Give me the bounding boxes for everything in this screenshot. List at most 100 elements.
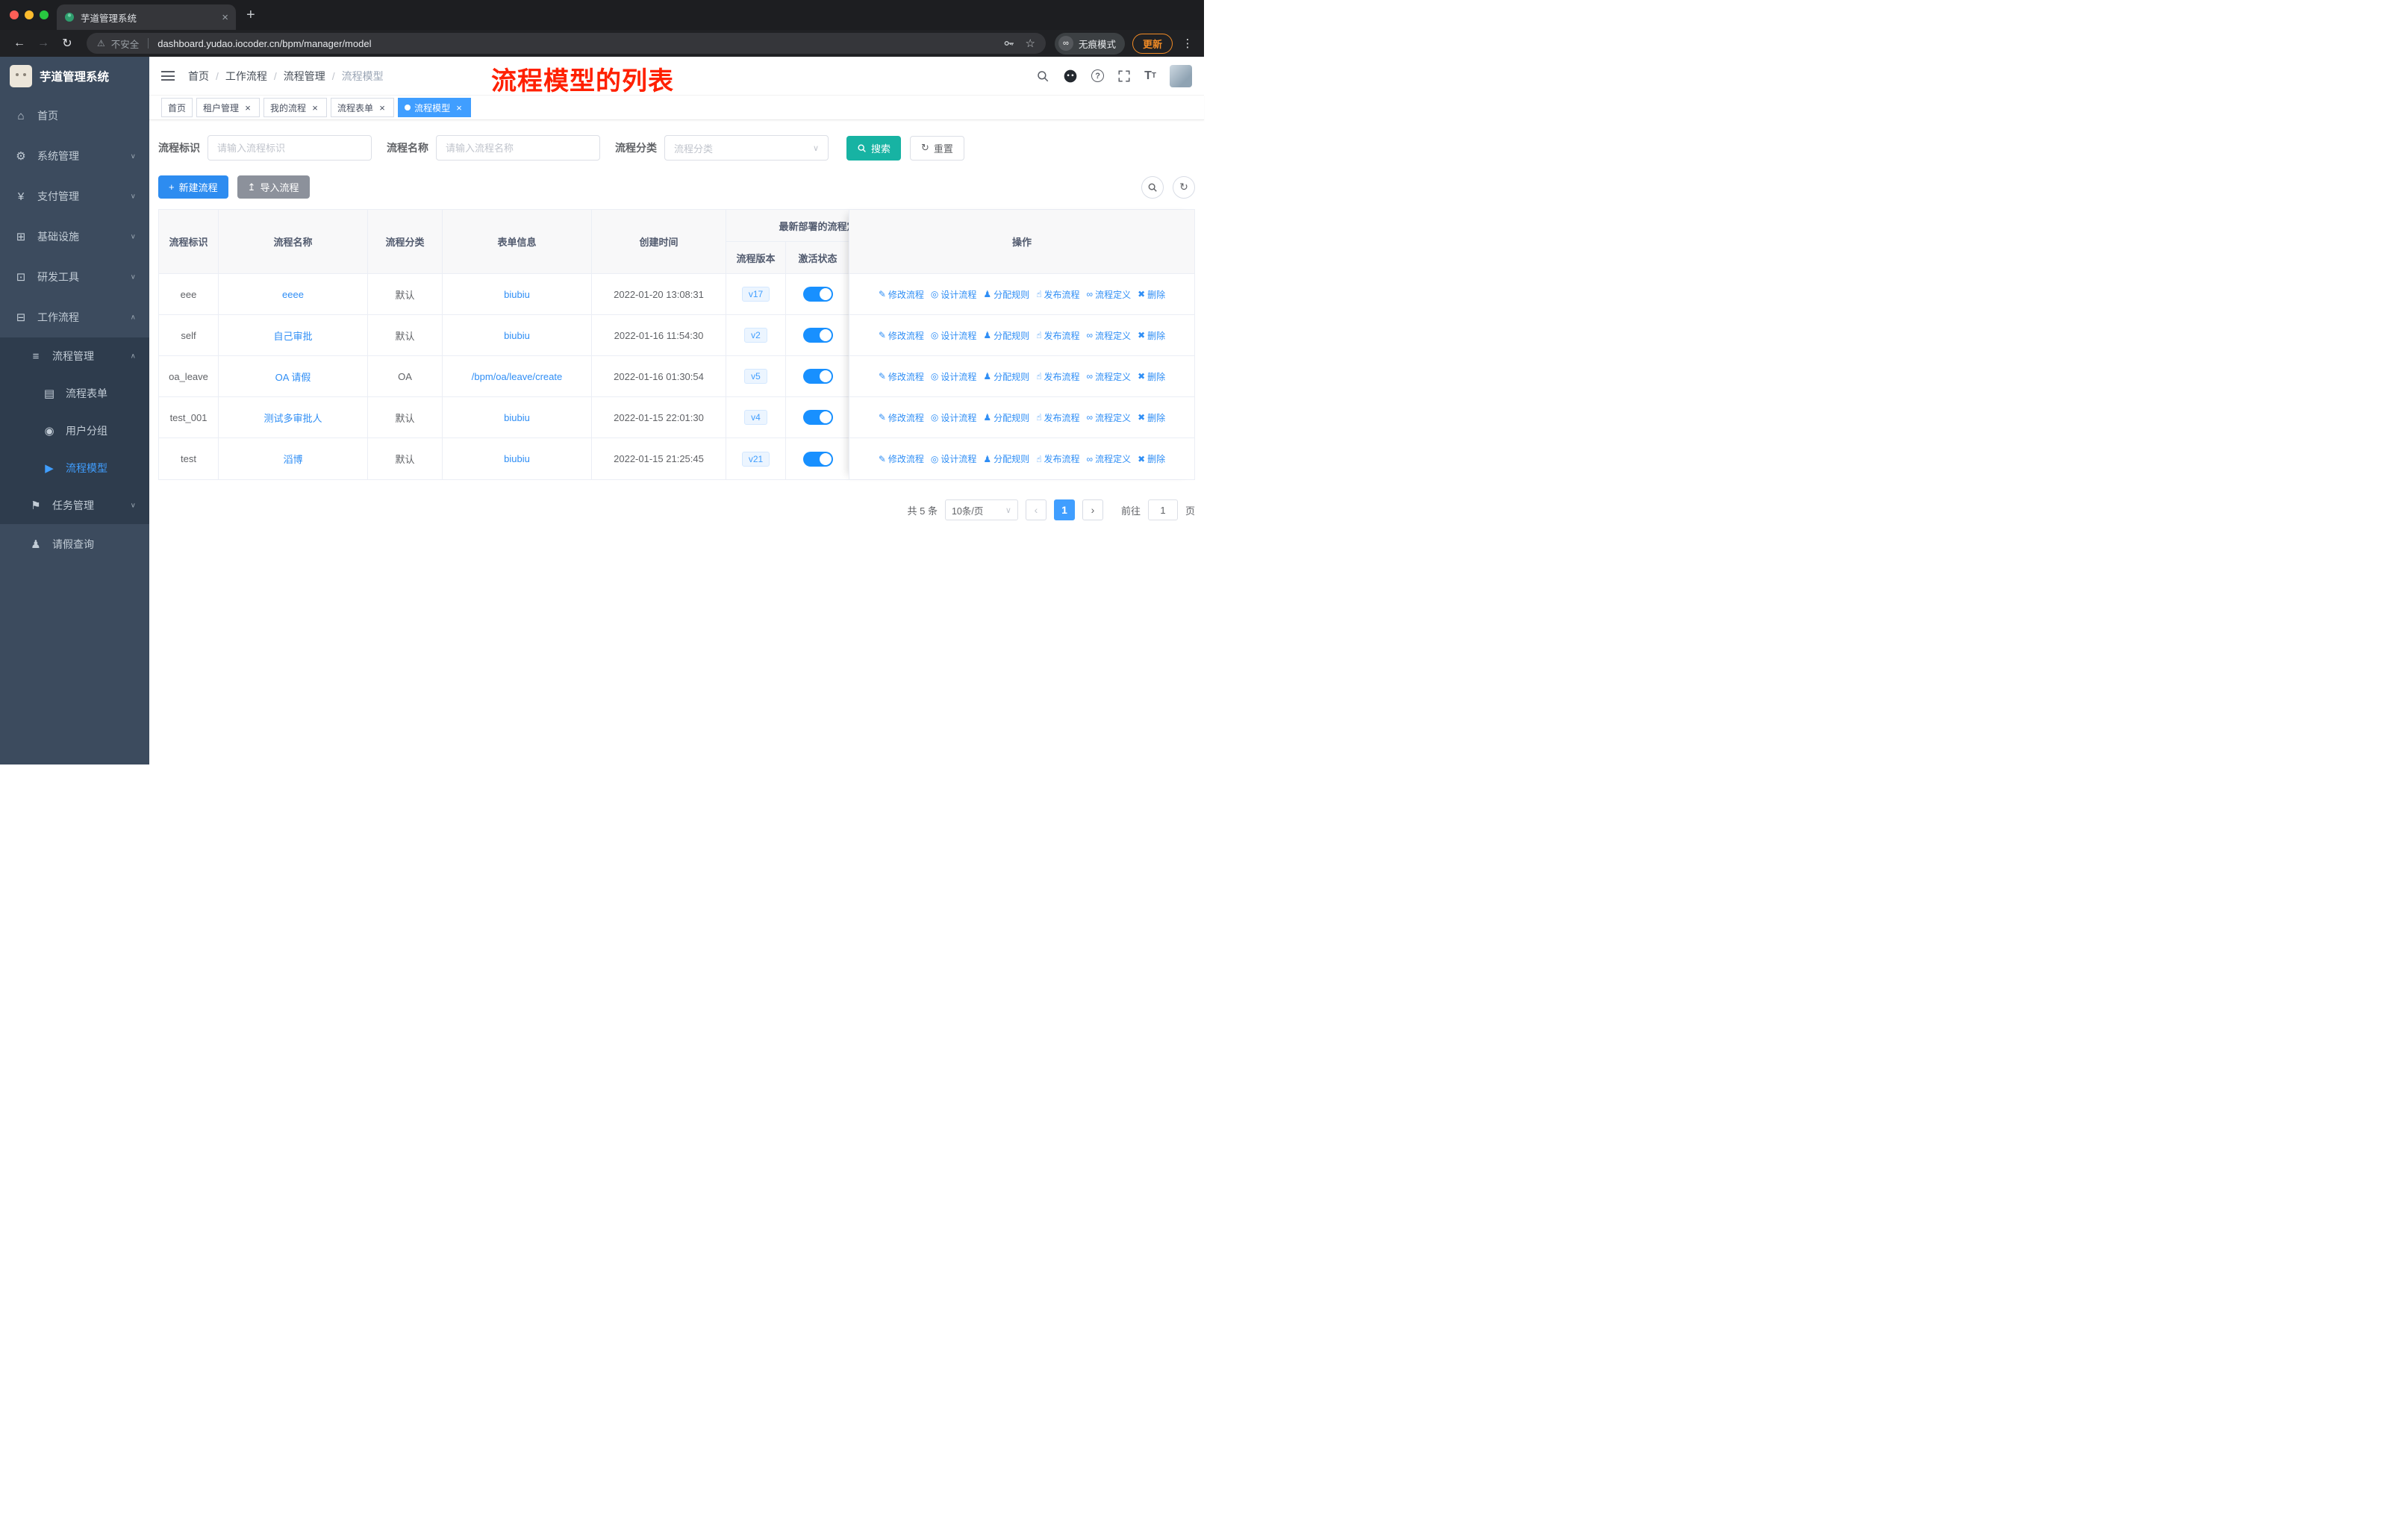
- process-definition-link[interactable]: ∞ 流程定义: [1087, 411, 1132, 424]
- publish-process-link[interactable]: ☝ 发布流程: [1036, 452, 1079, 465]
- design-process-link[interactable]: ◎ 设计流程: [931, 452, 977, 465]
- category-select[interactable]: 流程分类 ∨: [664, 135, 829, 161]
- sidebar-item-leave-query[interactable]: ♟ 请假查询: [0, 524, 149, 564]
- active-toggle[interactable]: [802, 328, 833, 343]
- toggle-search-button[interactable]: [1141, 175, 1164, 199]
- form-info-link[interactable]: biubiu: [504, 412, 530, 423]
- tab-close-icon[interactable]: ×: [454, 103, 464, 113]
- help-icon[interactable]: ?: [1091, 69, 1105, 82]
- publish-process-link[interactable]: ☝ 发布流程: [1036, 288, 1079, 301]
- form-info-link[interactable]: biubiu: [504, 453, 530, 464]
- browser-tab[interactable]: 芋道管理系统 ×: [57, 4, 236, 30]
- process-key-input[interactable]: [208, 135, 372, 161]
- tab-process-model[interactable]: 流程模型 ×: [398, 98, 472, 117]
- sidebar-item-task-management[interactable]: ⚑ 任务管理 ∨: [0, 487, 149, 524]
- active-toggle[interactable]: [802, 451, 833, 467]
- window-minimize-button[interactable]: [25, 10, 34, 19]
- form-info-link[interactable]: biubiu: [504, 330, 530, 341]
- design-process-link[interactable]: ◎ 设计流程: [931, 288, 977, 301]
- refresh-table-button[interactable]: ↻: [1173, 175, 1195, 199]
- modify-process-link[interactable]: ✎ 修改流程: [879, 411, 924, 424]
- sidebar-item-user-group[interactable]: ◉ 用户分组: [0, 412, 149, 449]
- tab-process-form[interactable]: 流程表单 ×: [331, 98, 395, 117]
- breadcrumb-item[interactable]: 工作流程: [225, 69, 267, 84]
- browser-menu-icon[interactable]: ⋮: [1180, 37, 1195, 50]
- publish-process-link[interactable]: ☝ 发布流程: [1036, 370, 1079, 383]
- tab-my-process[interactable]: 我的流程 ×: [263, 98, 328, 117]
- sidebar-item-payment-management[interactable]: ¥ 支付管理 ∨: [0, 176, 149, 217]
- form-info-link[interactable]: /bpm/oa/leave/create: [472, 371, 562, 382]
- tab-close-icon[interactable]: ×: [243, 103, 253, 113]
- import-process-button[interactable]: ↥ 导入流程: [237, 175, 310, 199]
- delete-link[interactable]: ✖ 删除: [1138, 452, 1165, 465]
- address-bar[interactable]: ⚠ 不安全 dashboard.yudao.iocoder.cn/bpm/man…: [87, 33, 1046, 54]
- update-button[interactable]: 更新: [1132, 33, 1173, 54]
- sidebar-item-process-management[interactable]: ≡ 流程管理 ∧: [0, 337, 149, 375]
- page-number-button[interactable]: 1: [1053, 499, 1075, 520]
- design-process-link[interactable]: ◎ 设计流程: [931, 329, 977, 342]
- assign-rules-link[interactable]: ♟ 分配规则: [983, 411, 1029, 424]
- page-size-select[interactable]: 10条/页 ∨: [944, 499, 1018, 520]
- sidebar-item-infrastructure[interactable]: ⊞ 基础设施 ∨: [0, 217, 149, 257]
- tab-tenant-management[interactable]: 租户管理 ×: [196, 98, 261, 117]
- delete-link[interactable]: ✖ 删除: [1138, 288, 1165, 301]
- window-close-button[interactable]: [10, 10, 19, 19]
- window-zoom-button[interactable]: [40, 10, 49, 19]
- back-button[interactable]: ←: [9, 37, 30, 50]
- active-toggle[interactable]: [802, 287, 833, 302]
- assign-rules-link[interactable]: ♟ 分配规则: [983, 452, 1029, 465]
- process-definition-link[interactable]: ∞ 流程定义: [1087, 452, 1132, 465]
- new-tab-button[interactable]: +: [246, 7, 255, 24]
- github-icon[interactable]: [1063, 69, 1078, 84]
- create-process-button[interactable]: + 新建流程: [158, 175, 228, 199]
- process-definition-link[interactable]: ∞ 流程定义: [1087, 288, 1132, 301]
- process-definition-link[interactable]: ∞ 流程定义: [1087, 329, 1132, 342]
- reload-button[interactable]: ↻: [57, 36, 78, 51]
- modify-process-link[interactable]: ✎ 修改流程: [879, 452, 924, 465]
- sidebar-item-workflow[interactable]: ⊟ 工作流程 ∧: [0, 297, 149, 337]
- reset-button[interactable]: ↻ 重置: [910, 135, 964, 161]
- key-icon[interactable]: [1003, 37, 1015, 49]
- publish-process-link[interactable]: ☝ 发布流程: [1036, 411, 1079, 424]
- breadcrumb-item[interactable]: 首页: [188, 69, 209, 84]
- active-toggle[interactable]: [802, 410, 833, 425]
- font-size-icon[interactable]: TT: [1144, 69, 1156, 82]
- modify-process-link[interactable]: ✎ 修改流程: [879, 329, 924, 342]
- assign-rules-link[interactable]: ♟ 分配规则: [983, 288, 1029, 301]
- tab-close-icon[interactable]: ×: [377, 103, 387, 113]
- publish-process-link[interactable]: ☝ 发布流程: [1036, 329, 1079, 342]
- delete-link[interactable]: ✖ 删除: [1138, 370, 1165, 383]
- design-process-link[interactable]: ◎ 设计流程: [931, 411, 977, 424]
- modify-process-link[interactable]: ✎ 修改流程: [879, 370, 924, 383]
- process-name-link[interactable]: eeee: [282, 289, 304, 300]
- sidebar-item-system-management[interactable]: ⚙ 系统管理 ∨: [0, 136, 149, 176]
- process-name-link[interactable]: OA 请假: [275, 370, 311, 384]
- form-info-link[interactable]: biubiu: [504, 289, 530, 300]
- process-definition-link[interactable]: ∞ 流程定义: [1087, 370, 1132, 383]
- breadcrumb-item[interactable]: 流程管理: [284, 69, 325, 84]
- forward-button[interactable]: →: [33, 37, 54, 50]
- process-name-link[interactable]: 自己审批: [273, 328, 312, 343]
- sidebar-item-home[interactable]: ⌂ 首页: [0, 96, 149, 136]
- prev-page-button[interactable]: ‹: [1025, 499, 1047, 520]
- delete-link[interactable]: ✖ 删除: [1138, 411, 1165, 424]
- sidebar-item-dev-tools[interactable]: ⊡ 研发工具 ∨: [0, 257, 149, 297]
- next-page-button[interactable]: ›: [1082, 499, 1103, 520]
- goto-page-input[interactable]: [1147, 499, 1178, 520]
- hamburger-icon[interactable]: [161, 71, 175, 81]
- search-icon[interactable]: [1036, 69, 1049, 83]
- user-avatar[interactable]: [1170, 64, 1192, 87]
- assign-rules-link[interactable]: ♟ 分配规则: [983, 329, 1029, 342]
- modify-process-link[interactable]: ✎ 修改流程: [879, 288, 924, 301]
- sidebar-item-process-model[interactable]: ▶ 流程模型: [0, 449, 149, 487]
- process-name-link[interactable]: 滔博: [283, 452, 302, 466]
- search-button[interactable]: 搜索: [846, 135, 902, 161]
- bookmark-star-icon[interactable]: ☆: [1026, 37, 1035, 50]
- assign-rules-link[interactable]: ♟ 分配规则: [983, 370, 1029, 383]
- active-toggle[interactable]: [802, 369, 833, 384]
- tab-close-icon[interactable]: ×: [222, 12, 228, 23]
- sidebar-item-process-form[interactable]: ▤ 流程表单: [0, 375, 149, 412]
- process-name-input[interactable]: [436, 135, 600, 161]
- tab-close-icon[interactable]: ×: [310, 103, 320, 113]
- tab-home[interactable]: 首页: [161, 98, 193, 117]
